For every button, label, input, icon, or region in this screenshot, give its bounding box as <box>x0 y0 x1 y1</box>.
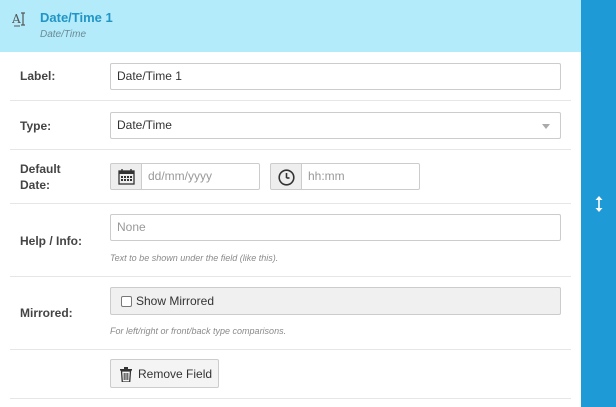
calendar-icon <box>118 169 135 185</box>
type-field-label: Type: <box>20 119 52 133</box>
vertical-resize-icon[interactable] <box>592 194 606 214</box>
mirrored-label: Mirrored: <box>20 306 73 320</box>
help-info-hint: Text to be shown under the field (like t… <box>110 253 279 263</box>
field-type-subtitle: Date/Time <box>40 29 87 40</box>
clock-addon[interactable] <box>270 163 302 190</box>
help-info-label: Help / Info: <box>20 234 82 248</box>
right-sidebar <box>581 0 616 407</box>
show-mirrored-label[interactable]: Show Mirrored <box>136 294 214 308</box>
type-row: Type: Date/Time <box>10 101 571 150</box>
field-title: Date/Time 1 <box>40 10 113 25</box>
mirrored-row: Mirrored: Show Mirrored For left/right o… <box>10 277 571 350</box>
svg-text:A: A <box>12 12 21 26</box>
show-mirrored-checkbox[interactable] <box>121 296 132 307</box>
trash-icon <box>120 367 132 382</box>
date-input[interactable]: dd/mm/yyyy <box>141 163 260 190</box>
help-info-row: Help / Info: None Text to be shown under… <box>10 204 571 277</box>
show-mirrored-toggle[interactable]: Show Mirrored <box>110 287 561 315</box>
calendar-addon[interactable] <box>110 163 142 190</box>
time-input[interactable]: hh:mm <box>301 163 420 190</box>
type-select[interactable]: Date/Time <box>110 112 561 139</box>
label-input[interactable]: Date/Time 1 <box>110 63 561 90</box>
remove-row: Remove Field <box>10 350 571 399</box>
remove-field-label: Remove Field <box>138 367 213 381</box>
label-row: Label: Date/Time 1 <box>10 52 571 101</box>
type-select-value: Date/Time <box>117 118 172 132</box>
text-field-icon: A <box>11 10 30 28</box>
remove-field-button[interactable]: Remove Field <box>110 359 219 388</box>
default-date-row: Default Date: dd/mm/yyyy hh:mm <box>10 150 571 204</box>
chevron-down-icon <box>542 124 550 129</box>
mirrored-hint: For left/right or front/back type compar… <box>110 326 287 336</box>
label-field-label: Label: <box>20 69 56 83</box>
clock-icon <box>278 169 295 186</box>
default-date-label: Default Date: <box>20 162 61 192</box>
help-info-input[interactable]: None <box>110 214 561 241</box>
field-header[interactable]: A Date/Time 1 Date/Time <box>0 0 581 52</box>
